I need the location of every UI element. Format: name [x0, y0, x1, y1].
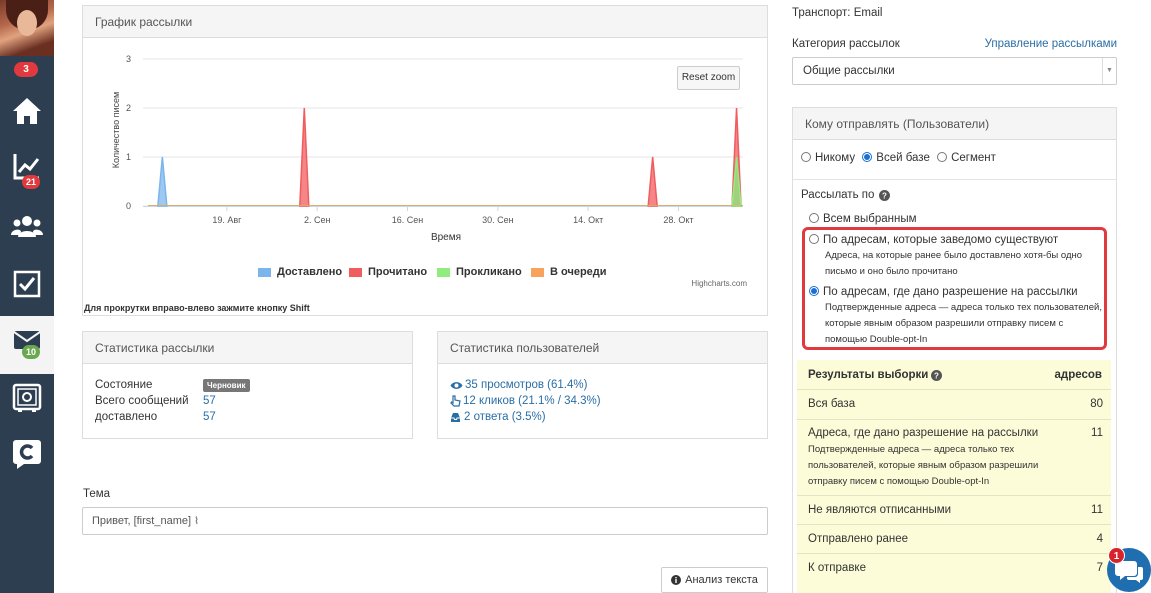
- legend-read[interactable]: Прочитано: [349, 266, 427, 278]
- recipients-title: Кому отправлять (Пользователи): [793, 108, 1116, 140]
- subject-label: Тема: [83, 488, 111, 500]
- y-axis-label: Количество писем: [111, 92, 121, 168]
- x-tick-label: 28. Окт: [663, 215, 693, 225]
- y-tick-label: 1: [126, 152, 131, 162]
- chat-logo-icon: [13, 440, 41, 469]
- info-circle-icon: [671, 575, 682, 585]
- radio-segment[interactable]: Сегмент: [937, 152, 996, 164]
- table-row: Отправлено ранее 4: [797, 524, 1111, 553]
- status-badge: Черновик: [203, 379, 250, 392]
- users-icon: [11, 216, 43, 237]
- table-row: Не являются отписанными 11: [797, 495, 1111, 524]
- mailing-stats-title: Статистика рассылки: [83, 332, 412, 364]
- views-link[interactable]: 35 просмотров (61.4%): [450, 379, 587, 391]
- table-row: Вся база 80: [797, 389, 1111, 419]
- help-icon[interactable]: ?: [931, 369, 943, 381]
- inbox-icon: [451, 412, 460, 422]
- select-arrow-icon: ▼: [1102, 58, 1116, 84]
- clicks-link[interactable]: 12 кликов (21.1% / 34.3%): [450, 395, 601, 407]
- replies-link[interactable]: 2 ответа (3.5%): [450, 411, 546, 423]
- area-point-7cb5ec[interactable]: [157, 156, 168, 207]
- recipient-options: Никому Всей базе Сегмент: [801, 152, 996, 164]
- category-label: Категория рассылок: [792, 38, 900, 50]
- send-by-label: Рассылать по ?: [801, 189, 891, 201]
- x-tick-label: 2. Сен: [304, 215, 331, 225]
- results-title: Результаты выборки ?: [808, 369, 943, 381]
- transport-label: Транспорт: Email: [792, 7, 883, 19]
- attachment-icon: ⌇: [194, 516, 199, 527]
- y-tick-label: 2: [126, 103, 131, 113]
- radio-nobody[interactable]: Никому: [801, 152, 855, 164]
- chart-credits: Highcharts.com: [691, 279, 747, 288]
- avatar[interactable]: [0, 0, 54, 56]
- send-option-existing-desc: Адреса, на которые ранее было доставлено…: [825, 250, 1083, 277]
- divider: [793, 179, 1116, 180]
- reset-zoom-button[interactable]: Reset zoom: [677, 66, 740, 90]
- send-option-existing[interactable]: По адресам, которые заведомо существуют: [809, 234, 1058, 246]
- mail-badge: 10: [22, 345, 41, 359]
- category-select[interactable]: Общие рассылки ▼: [792, 57, 1117, 85]
- nav-users[interactable]: [0, 200, 54, 252]
- chart-badge: 21: [22, 175, 41, 189]
- svg-text:?: ?: [934, 371, 939, 380]
- nav-safe[interactable]: [0, 372, 54, 424]
- chart-panel-title: График рассылки: [83, 6, 767, 38]
- user-stats-title: Статистика пользователей: [438, 332, 767, 364]
- subject-input[interactable]: Привет, [first_name] ⌇: [82, 507, 768, 535]
- x-axis-label: Время: [431, 232, 461, 243]
- state-label: Состояние: [95, 379, 153, 391]
- scroll-hint: Для прокрутки вправо-влево зажмите кнопк…: [84, 303, 310, 313]
- send-option-permitted-desc: Подтвержденные адреса — адреса только те…: [825, 302, 1102, 345]
- legend-delivered[interactable]: Доставлено: [258, 266, 342, 278]
- radio-whole-base[interactable]: Всей базе: [862, 152, 930, 164]
- sidebar: 3 21 10: [0, 0, 54, 593]
- send-option-permitted[interactable]: По адресам, где дано разрешение на рассы…: [809, 286, 1078, 298]
- total-messages-value[interactable]: 57: [203, 395, 216, 407]
- delivered-value[interactable]: 57: [203, 411, 216, 423]
- legend-clicked[interactable]: Прокликано: [437, 266, 522, 278]
- chat-badge: 1: [1108, 547, 1125, 564]
- nav-home[interactable]: [0, 85, 54, 137]
- total-messages-label: Всего сообщений: [95, 395, 189, 407]
- x-tick-label: 30. Сен: [482, 215, 514, 225]
- delivered-label: доставлено: [95, 411, 158, 423]
- table-row: К отправке 7: [797, 553, 1111, 593]
- x-tick-label: 19. Авг: [212, 215, 242, 225]
- nav-chat[interactable]: [0, 428, 54, 480]
- safe-icon: [12, 383, 42, 412]
- pointer-icon: [450, 395, 461, 407]
- svg-text:?: ?: [882, 191, 887, 200]
- y-tick-label: 0: [126, 201, 131, 211]
- table-row: Адреса, где дано разрешение на рассылки …: [797, 419, 1111, 495]
- results-column-header: адресов: [1054, 369, 1102, 381]
- x-tick-label: 16. Сен: [392, 215, 424, 225]
- x-tick-label: 14. Окт: [573, 215, 603, 225]
- y-tick-label: 3: [126, 54, 131, 64]
- manage-mailings-link[interactable]: Управление рассылками: [985, 38, 1117, 50]
- notification-badge: 3: [14, 62, 38, 77]
- legend-queued[interactable]: В очереди: [531, 266, 607, 278]
- checkbox-icon: [13, 270, 41, 298]
- eye-icon: [450, 381, 463, 389]
- nav-tasks[interactable]: [0, 258, 54, 310]
- analyze-text-button[interactable]: Анализ текста: [661, 567, 768, 593]
- home-icon: [13, 98, 41, 124]
- send-option-all-selected[interactable]: Всем выбранным: [809, 213, 917, 225]
- help-icon[interactable]: ?: [879, 189, 891, 201]
- area-point-f15c5f[interactable]: [647, 156, 658, 207]
